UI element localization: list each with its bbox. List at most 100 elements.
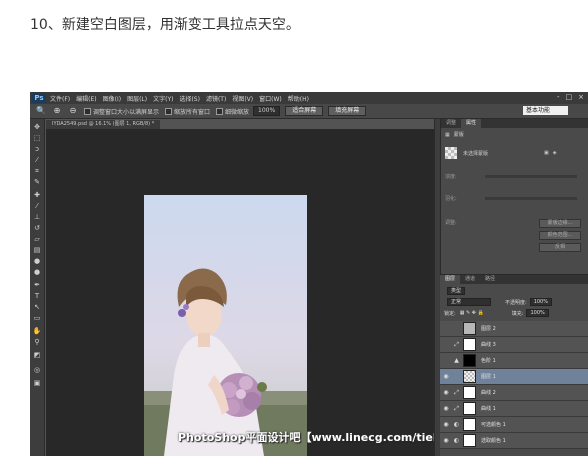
menu-edit[interactable]: 编辑(E) [76, 94, 96, 103]
document-tab[interactable]: IYDA2549.psd @ 16.1% (图层 1, RGB/8) * [46, 120, 161, 129]
invert-button[interactable]: 反相 [539, 243, 581, 252]
layer-name: 曲线 1 [481, 406, 496, 412]
dodge-tool-icon[interactable]: ● [32, 268, 42, 277]
close-button[interactable]: × [578, 93, 584, 101]
resize-windows-checkbox[interactable]: 调整窗口大小以满屏显示 [84, 107, 159, 116]
blur-tool-icon[interactable]: ● [32, 257, 42, 266]
blend-mode-select[interactable]: 正常 [447, 298, 491, 306]
layer-row-selected[interactable]: ◉ 图层 1 [440, 369, 588, 385]
scrubby-zoom-checkbox[interactable]: 细微缩放 [216, 107, 249, 116]
type-tool-icon[interactable]: T [32, 292, 42, 301]
hand-tool-icon[interactable]: ✋ [32, 327, 42, 336]
gradient-tool-icon[interactable]: ▤ [32, 246, 42, 255]
eye-icon[interactable]: ◉ [442, 373, 450, 380]
layer-thumbnail [463, 370, 476, 383]
color-range-button[interactable]: 颜色范围... [539, 231, 581, 240]
vector-mask-icon[interactable]: ◈ [553, 150, 557, 156]
tab-properties[interactable]: 属性 [461, 119, 482, 128]
menu-filter[interactable]: 滤镜(T) [206, 94, 226, 103]
menu-select[interactable]: 选择(S) [179, 94, 200, 103]
window-controls: - □ × [557, 93, 584, 101]
layer-row[interactable]: ◉ ◐ 可选颜色 1 [440, 417, 588, 433]
layer-filter-select[interactable]: 类型 [447, 287, 466, 295]
quick-mask-icon[interactable]: ◎ [32, 366, 42, 375]
layer-row[interactable]: 图层 2 [440, 321, 588, 337]
move-tool-icon[interactable]: ✥ [32, 123, 42, 132]
layer-mask-thumbnail [463, 386, 476, 399]
eraser-tool-icon[interactable]: ▱ [32, 235, 42, 244]
opacity-input[interactable]: 100% [529, 298, 552, 306]
opacity-label: 不透明度: [505, 299, 527, 306]
fit-screen-button[interactable]: 适合屏幕 [285, 106, 324, 116]
menu-view[interactable]: 视图(V) [232, 94, 253, 103]
feather-slider[interactable]: 羽化: [445, 195, 585, 202]
crop-tool-icon[interactable]: ⌗ [32, 167, 42, 176]
tab-adjustments[interactable]: 调整 [441, 119, 461, 128]
brush-tool-icon[interactable]: ⁄ [32, 202, 42, 211]
maximize-button[interactable]: □ [566, 93, 573, 101]
menu-file[interactable]: 文件(F) [50, 94, 70, 103]
lock-icons[interactable]: ▦ ✎ ✥ 🔒 [460, 310, 484, 316]
clone-stamp-tool-icon[interactable]: ⊥ [32, 213, 42, 222]
eye-icon[interactable]: ◉ [442, 421, 450, 428]
layer-row[interactable]: ◉ ◐ 选取颜色 1 [440, 433, 588, 449]
layer-row[interactable]: ⤢ 曲线 3 [440, 337, 588, 353]
pen-tool-icon[interactable]: ✒ [32, 281, 42, 290]
layer-row[interactable]: ◉ ⤢ 曲线 1 [440, 401, 588, 417]
tab-channels[interactable]: 通道 [460, 275, 480, 284]
mask-thumbnail [445, 147, 457, 159]
eye-icon[interactable]: ◉ [442, 389, 450, 396]
layer-mask-thumbnail [463, 338, 476, 351]
layer-name: 选取颜色 1 [481, 438, 506, 444]
history-brush-tool-icon[interactable]: ↺ [32, 224, 42, 233]
blend-row: 正常 不透明度: 100% [444, 298, 552, 306]
lock-label: 锁定: [444, 310, 456, 317]
layer-mask-thumbnail [463, 402, 476, 415]
eye-icon[interactable]: ◉ [442, 405, 450, 412]
shape-tool-icon[interactable]: ▭ [32, 314, 42, 323]
tab-paths[interactable]: 路径 [480, 275, 500, 284]
zoom-value-button[interactable]: 100% [253, 106, 281, 116]
density-slider[interactable]: 浓度: [445, 173, 585, 180]
zoom-in-icon[interactable]: ⊕ [52, 106, 62, 116]
menu-image[interactable]: 图像(I) [103, 94, 121, 103]
zoom-all-windows-checkbox[interactable]: 缩放所有窗口 [165, 107, 210, 116]
fill-input[interactable]: 100% [526, 309, 549, 317]
minimize-button[interactable]: - [557, 93, 560, 101]
zoom-out-icon[interactable]: ⊖ [68, 106, 78, 116]
feather-slider-track[interactable] [485, 197, 577, 200]
screen-mode-icon[interactable]: ▣ [32, 379, 42, 388]
marquee-tool-icon[interactable]: ⬚ [32, 134, 42, 143]
ps-logo: Ps [32, 93, 46, 103]
workspace-select[interactable]: 基本功能 [523, 106, 568, 115]
healing-tool-icon[interactable]: ✚ [32, 191, 42, 200]
menu-layer[interactable]: 图层(L) [127, 94, 147, 103]
layer-row[interactable]: ▲ 色阶 1 [440, 353, 588, 369]
menu-type[interactable]: 文字(Y) [153, 94, 173, 103]
curves-adjustment-icon: ⤢ [454, 341, 459, 348]
fill-label: 填充: [511, 310, 524, 317]
lasso-tool-icon[interactable]: ↄ [32, 145, 42, 154]
layer-filter-row: 类型 [444, 287, 466, 295]
fill-screen-button[interactable]: 填充屏幕 [328, 106, 367, 116]
eye-icon[interactable]: ◉ [442, 437, 450, 444]
quick-select-tool-icon[interactable]: ⁄ [32, 156, 42, 165]
layer-name: 曲线 3 [481, 342, 496, 348]
selective-color-adjustment-icon: ◐ [453, 421, 460, 428]
mask-label: 蒙版 [453, 132, 464, 138]
tab-layers[interactable]: 图层 [440, 275, 461, 284]
zoom-tool-icon[interactable]: ⚲ [32, 338, 42, 347]
pixel-mask-icon[interactable]: ▣ [544, 150, 549, 156]
options-bar: 🔍 ⊕ ⊖ 调整窗口大小以满屏显示 缩放所有窗口 细微缩放 100% 适合屏幕 … [30, 104, 588, 119]
density-label: 浓度: [445, 174, 457, 180]
eyedropper-tool-icon[interactable]: ✎ [32, 178, 42, 187]
menu-help[interactable]: 帮助(H) [288, 94, 309, 103]
path-select-tool-icon[interactable]: ↖ [32, 303, 42, 312]
menu-window[interactable]: 窗口(W) [259, 94, 282, 103]
mask-edge-button[interactable]: 蒙版边缘... [539, 219, 581, 228]
color-swatches-icon[interactable]: ◩ [32, 351, 42, 360]
layer-mask-thumbnail [463, 418, 476, 431]
density-slider-track[interactable] [485, 175, 577, 178]
layer-row[interactable]: ◉ ⤢ 曲线 2 [440, 385, 588, 401]
zoom-tool-icon[interactable]: 🔍 [36, 106, 46, 116]
